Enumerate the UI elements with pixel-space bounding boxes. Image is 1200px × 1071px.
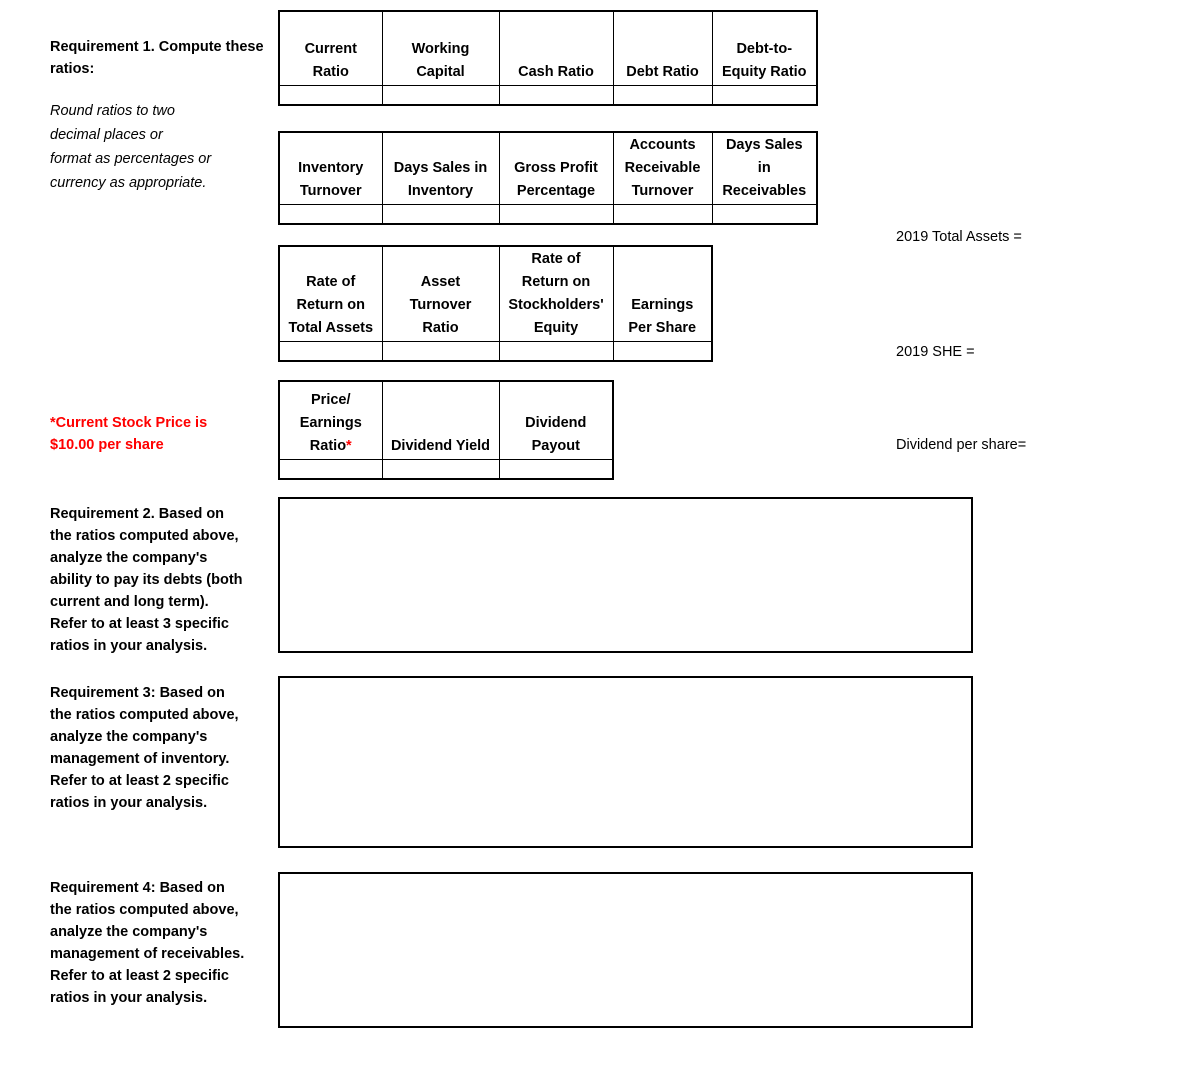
stock-price-note: *Current Stock Price is $10.00 per share <box>50 412 280 456</box>
header-earnings-per-share: Earnings Per Share <box>612 245 713 342</box>
requirement-3-line-6: ratios in your analysis. <box>50 795 208 811</box>
input-days-sales-in-receivables[interactable] <box>711 204 818 225</box>
requirement-2-line-2: the ratios computed above, <box>50 528 239 544</box>
requirement-3-line-1: Requirement 3: Based on <box>50 685 225 701</box>
label-2019-total-assets: 2019 Total Assets = <box>896 229 1022 245</box>
requirement-4-text: Requirement 4: Based on the ratios compu… <box>50 877 270 1009</box>
requirement-1-note-line-4: currency as appropriate. <box>50 175 207 191</box>
header-price-earnings-ratio-word: Ratio <box>309 438 347 454</box>
header-rate-of-return-on-total-assets: Rate of Return on Total Assets <box>278 245 383 342</box>
header-dividend-yield: Dividend Yield <box>381 380 500 460</box>
requirement-2-line-7: ratios in your analysis. <box>50 638 208 654</box>
header-current-ratio: Current Ratio <box>278 10 383 86</box>
requirement-3-line-4: management of inventory. <box>50 751 230 767</box>
input-price-earnings-ratio[interactable] <box>278 459 383 480</box>
input-working-capital[interactable] <box>381 85 500 106</box>
header-rate-of-return-on-stockholders-equity: Rate of Return on Stockholders' Equity <box>498 245 614 342</box>
table-input-row <box>278 204 818 225</box>
table-header-row: Price/Earnings Ratio* Dividend Yield Divi… <box>278 380 614 460</box>
header-inventory-turnover: Inventory Turnover <box>278 131 383 205</box>
table-header-row: Inventory Turnover Days Sales in Inventory… <box>278 131 818 205</box>
input-earnings-per-share[interactable] <box>612 341 713 362</box>
input-current-ratio[interactable] <box>278 85 383 106</box>
requirement-1-heading: Requirement 1. Compute these ratios: <box>50 39 264 77</box>
input-rate-of-return-on-stockholders-equity[interactable] <box>498 341 614 362</box>
asterisk-marker: * <box>346 438 352 454</box>
input-dividend-yield[interactable] <box>381 459 500 480</box>
requirement-1-note-line-3: format as percentages or <box>50 151 212 167</box>
ratio-table-liquidity: Current Ratio Working Capital Cash Ratio D… <box>278 10 818 106</box>
input-debt-to-equity-ratio[interactable] <box>711 85 818 106</box>
input-debt-ratio[interactable] <box>612 85 713 106</box>
requirement-1-note-line-2: decimal places or <box>50 127 163 143</box>
header-cash-ratio: Cash Ratio <box>498 10 614 86</box>
input-rate-of-return-on-total-assets[interactable] <box>278 341 383 362</box>
requirement-4-line-3: analyze the company's <box>50 924 208 940</box>
requirement-3-line-2: the ratios computed above, <box>50 707 239 723</box>
requirement-3-line-3: analyze the company's <box>50 729 208 745</box>
requirement-2-line-5: current and long term). <box>50 594 209 610</box>
input-asset-turnover-ratio[interactable] <box>381 341 500 362</box>
requirement-2-line-4: ability to pay its debts (both <box>50 572 243 588</box>
table-input-row <box>278 341 713 362</box>
ratio-table-market: Price/Earnings Ratio* Dividend Yield Divi… <box>278 380 614 480</box>
table-input-row <box>278 85 818 106</box>
requirement-2-line-1: Requirement 2. Based on <box>50 506 225 522</box>
stock-price-note-line-1: *Current Stock Price is <box>50 415 208 431</box>
input-gross-profit-percentage[interactable] <box>498 204 614 225</box>
input-dividend-payout[interactable] <box>498 459 614 480</box>
label-2019-she: 2019 SHE = <box>896 344 975 360</box>
requirement-2-line-6: Refer to at least 3 specific <box>50 616 229 632</box>
ratio-table-efficiency: Inventory Turnover Days Sales in Inventory… <box>278 131 818 225</box>
stock-price-note-line-2: $10.00 per share <box>50 437 164 453</box>
requirement-3-answer-box[interactable] <box>278 676 973 848</box>
header-working-capital: Working Capital <box>381 10 500 86</box>
requirement-4-answer-box[interactable] <box>278 872 973 1028</box>
header-gross-profit-percentage: Gross Profit Percentage <box>498 131 614 205</box>
requirement-2-answer-box[interactable] <box>278 497 973 653</box>
ratio-table-profitability: Rate of Return on Total Assets Asset Turnov… <box>278 245 713 362</box>
table-header-row: Rate of Return on Total Assets Asset Turnov… <box>278 245 713 342</box>
requirement-2-line-3: analyze the company's <box>50 550 208 566</box>
input-inventory-turnover[interactable] <box>278 204 383 225</box>
requirement-4-line-1: Requirement 4: Based on <box>50 880 225 896</box>
input-cash-ratio[interactable] <box>498 85 614 106</box>
input-days-sales-in-inventory[interactable] <box>381 204 500 225</box>
header-accounts-receivable-turnover: Accounts Receivable Turnover <box>612 131 713 205</box>
requirement-1-note-line-1: Round ratios to two <box>50 103 175 119</box>
requirement-2-text: Requirement 2. Based on the ratios compu… <box>50 503 265 657</box>
label-dividend-per-share: Dividend per share= <box>896 437 1027 453</box>
table-input-row <box>278 459 614 480</box>
requirement-4-line-4: management of receivables. <box>50 946 245 962</box>
header-days-sales-in-inventory: Days Sales in Inventory <box>381 131 500 205</box>
input-accounts-receivable-turnover[interactable] <box>612 204 713 225</box>
requirement-4-line-2: the ratios computed above, <box>50 902 239 918</box>
header-price-earnings-ratio: Price/Earnings Ratio* <box>278 380 383 460</box>
table-header-row: Current Ratio Working Capital Cash Ratio D… <box>278 10 818 86</box>
header-asset-turnover-ratio: Asset Turnover Ratio <box>381 245 500 342</box>
requirement-3-text: Requirement 3: Based on the ratios compu… <box>50 682 265 814</box>
requirement-4-line-5: Refer to at least 2 specific <box>50 968 229 984</box>
requirement-4-line-6: ratios in your analysis. <box>50 990 208 1006</box>
header-dividend-payout: Dividend Payout <box>498 380 614 460</box>
header-days-sales-in-receivables: Days Sales in Receivables <box>711 131 818 205</box>
requirement-3-line-5: Refer to at least 2 specific <box>50 773 229 789</box>
header-debt-ratio: Debt Ratio <box>612 10 713 86</box>
header-debt-to-equity-ratio: Debt-to- Equity Ratio <box>711 10 818 86</box>
